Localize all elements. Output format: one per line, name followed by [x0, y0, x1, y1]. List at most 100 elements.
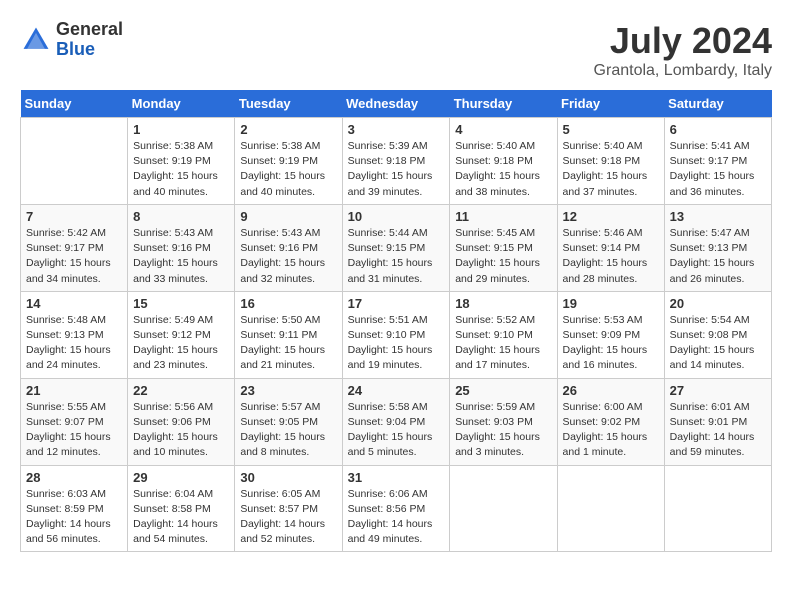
day-number: 1 — [133, 122, 229, 137]
day-number: 29 — [133, 470, 229, 485]
calendar-cell: 2 Sunrise: 5:38 AM Sunset: 9:19 PM Daylig… — [235, 118, 342, 205]
calendar-cell: 29 Sunrise: 6:04 AM Sunset: 8:58 PM Dayli… — [128, 465, 235, 552]
day-info: Sunrise: 5:40 AM Sunset: 9:18 PM Dayligh… — [563, 139, 659, 200]
day-info: Sunrise: 5:39 AM Sunset: 9:18 PM Dayligh… — [348, 139, 445, 200]
weekday-header: Tuesday — [235, 90, 342, 118]
calendar-cell: 1 Sunrise: 5:38 AM Sunset: 9:19 PM Daylig… — [128, 118, 235, 205]
calendar-cell: 3 Sunrise: 5:39 AM Sunset: 9:18 PM Daylig… — [342, 118, 450, 205]
day-info: Sunrise: 5:52 AM Sunset: 9:10 PM Dayligh… — [455, 313, 551, 374]
calendar-cell — [450, 465, 557, 552]
calendar-cell: 10 Sunrise: 5:44 AM Sunset: 9:15 PM Dayli… — [342, 204, 450, 291]
day-info: Sunrise: 5:56 AM Sunset: 9:06 PM Dayligh… — [133, 400, 229, 461]
calendar-cell: 16Sunrise: 5:50 AM Sunset: 9:11 PM Dayli… — [235, 291, 342, 378]
day-info: Sunrise: 5:44 AM Sunset: 9:15 PM Dayligh… — [348, 226, 445, 287]
title-block: July 2024 Grantola, Lombardy, Italy — [594, 20, 772, 80]
day-info: Sunrise: 5:57 AM Sunset: 9:05 PM Dayligh… — [240, 400, 336, 461]
day-info: Sunrise: 5:42 AM Sunset: 9:17 PM Dayligh… — [26, 226, 122, 287]
calendar-cell: 24 Sunrise: 5:58 AM Sunset: 9:04 PM Dayli… — [342, 378, 450, 465]
calendar-week-row: 28 Sunrise: 6:03 AM Sunset: 8:59 PM Dayli… — [21, 465, 772, 552]
day-number: 10 — [348, 209, 445, 224]
weekday-header: Thursday — [450, 90, 557, 118]
calendar-cell: 7Sunrise: 5:42 AM Sunset: 9:17 PM Daylig… — [21, 204, 128, 291]
day-number: 21 — [26, 383, 122, 398]
calendar-cell: 30Sunrise: 6:05 AM Sunset: 8:57 PM Dayli… — [235, 465, 342, 552]
day-number: 28 — [26, 470, 122, 485]
weekday-header: Sunday — [21, 90, 128, 118]
calendar-cell: 31Sunrise: 6:06 AM Sunset: 8:56 PM Dayli… — [342, 465, 450, 552]
day-number: 5 — [563, 122, 659, 137]
day-number: 12 — [563, 209, 659, 224]
calendar-week-row: 21Sunrise: 5:55 AM Sunset: 9:07 PM Dayli… — [21, 378, 772, 465]
day-number: 22 — [133, 383, 229, 398]
logo-icon — [20, 24, 52, 56]
day-info: Sunrise: 5:38 AM Sunset: 9:19 PM Dayligh… — [240, 139, 336, 200]
calendar-cell: 21Sunrise: 5:55 AM Sunset: 9:07 PM Dayli… — [21, 378, 128, 465]
day-number: 8 — [133, 209, 229, 224]
weekday-header: Saturday — [664, 90, 771, 118]
day-info: Sunrise: 6:04 AM Sunset: 8:58 PM Dayligh… — [133, 487, 229, 548]
day-number: 9 — [240, 209, 336, 224]
day-info: Sunrise: 5:45 AM Sunset: 9:15 PM Dayligh… — [455, 226, 551, 287]
day-number: 19 — [563, 296, 659, 311]
day-info: Sunrise: 5:41 AM Sunset: 9:17 PM Dayligh… — [670, 139, 766, 200]
day-number: 4 — [455, 122, 551, 137]
day-number: 23 — [240, 383, 336, 398]
day-info: Sunrise: 5:59 AM Sunset: 9:03 PM Dayligh… — [455, 400, 551, 461]
day-number: 11 — [455, 209, 551, 224]
day-info: Sunrise: 5:46 AM Sunset: 9:14 PM Dayligh… — [563, 226, 659, 287]
day-info: Sunrise: 5:49 AM Sunset: 9:12 PM Dayligh… — [133, 313, 229, 374]
day-number: 17 — [348, 296, 445, 311]
day-number: 24 — [348, 383, 445, 398]
day-number: 31 — [348, 470, 445, 485]
month-year: July 2024 — [594, 20, 772, 62]
day-info: Sunrise: 5:47 AM Sunset: 9:13 PM Dayligh… — [670, 226, 766, 287]
day-info: Sunrise: 5:58 AM Sunset: 9:04 PM Dayligh… — [348, 400, 445, 461]
day-info: Sunrise: 6:00 AM Sunset: 9:02 PM Dayligh… — [563, 400, 659, 461]
day-info: Sunrise: 6:01 AM Sunset: 9:01 PM Dayligh… — [670, 400, 766, 461]
weekday-header: Wednesday — [342, 90, 450, 118]
calendar-cell: 11 Sunrise: 5:45 AM Sunset: 9:15 PM Dayli… — [450, 204, 557, 291]
calendar-cell — [21, 118, 128, 205]
calendar-cell: 14 Sunrise: 5:48 AM Sunset: 9:13 PM Dayli… — [21, 291, 128, 378]
day-number: 26 — [563, 383, 659, 398]
day-number: 15 — [133, 296, 229, 311]
calendar-cell: 22 Sunrise: 5:56 AM Sunset: 9:06 PM Dayli… — [128, 378, 235, 465]
day-info: Sunrise: 5:38 AM Sunset: 9:19 PM Dayligh… — [133, 139, 229, 200]
calendar-cell: 5 Sunrise: 5:40 AM Sunset: 9:18 PM Daylig… — [557, 118, 664, 205]
calendar-cell: 8 Sunrise: 5:43 AM Sunset: 9:16 PM Daylig… — [128, 204, 235, 291]
day-info: Sunrise: 6:05 AM Sunset: 8:57 PM Dayligh… — [240, 487, 336, 548]
calendar-cell — [664, 465, 771, 552]
day-number: 25 — [455, 383, 551, 398]
day-info: Sunrise: 5:43 AM Sunset: 9:16 PM Dayligh… — [133, 226, 229, 287]
calendar-cell: 23 Sunrise: 5:57 AM Sunset: 9:05 PM Dayli… — [235, 378, 342, 465]
calendar-cell — [557, 465, 664, 552]
calendar-table: SundayMondayTuesdayWednesdayThursdayFrid… — [20, 90, 772, 552]
day-info: Sunrise: 5:54 AM Sunset: 9:08 PM Dayligh… — [670, 313, 766, 374]
day-info: Sunrise: 5:51 AM Sunset: 9:10 PM Dayligh… — [348, 313, 445, 374]
weekday-header: Monday — [128, 90, 235, 118]
day-number: 14 — [26, 296, 122, 311]
day-number: 13 — [670, 209, 766, 224]
day-number: 20 — [670, 296, 766, 311]
day-info: Sunrise: 6:03 AM Sunset: 8:59 PM Dayligh… — [26, 487, 122, 548]
day-number: 16 — [240, 296, 336, 311]
calendar-week-row: 7Sunrise: 5:42 AM Sunset: 9:17 PM Daylig… — [21, 204, 772, 291]
logo: General Blue — [20, 20, 123, 60]
calendar-cell: 17 Sunrise: 5:51 AM Sunset: 9:10 PM Dayli… — [342, 291, 450, 378]
calendar-cell: 13 Sunrise: 5:47 AM Sunset: 9:13 PM Dayli… — [664, 204, 771, 291]
calendar-cell: 6Sunrise: 5:41 AM Sunset: 9:17 PM Daylig… — [664, 118, 771, 205]
calendar-week-row: 1 Sunrise: 5:38 AM Sunset: 9:19 PM Daylig… — [21, 118, 772, 205]
logo-text-blue: Blue — [56, 40, 123, 60]
calendar-cell: 28 Sunrise: 6:03 AM Sunset: 8:59 PM Dayli… — [21, 465, 128, 552]
day-info: Sunrise: 5:53 AM Sunset: 9:09 PM Dayligh… — [563, 313, 659, 374]
day-number: 3 — [348, 122, 445, 137]
weekday-header-row: SundayMondayTuesdayWednesdayThursdayFrid… — [21, 90, 772, 118]
calendar-cell: 9Sunrise: 5:43 AM Sunset: 9:16 PM Daylig… — [235, 204, 342, 291]
day-info: Sunrise: 5:48 AM Sunset: 9:13 PM Dayligh… — [26, 313, 122, 374]
page-header: General Blue July 2024 Grantola, Lombard… — [20, 20, 772, 80]
day-number: 27 — [670, 383, 766, 398]
calendar-cell: 26 Sunrise: 6:00 AM Sunset: 9:02 PM Dayli… — [557, 378, 664, 465]
calendar-cell: 4Sunrise: 5:40 AM Sunset: 9:18 PM Daylig… — [450, 118, 557, 205]
day-number: 2 — [240, 122, 336, 137]
calendar-cell: 12 Sunrise: 5:46 AM Sunset: 9:14 PM Dayli… — [557, 204, 664, 291]
